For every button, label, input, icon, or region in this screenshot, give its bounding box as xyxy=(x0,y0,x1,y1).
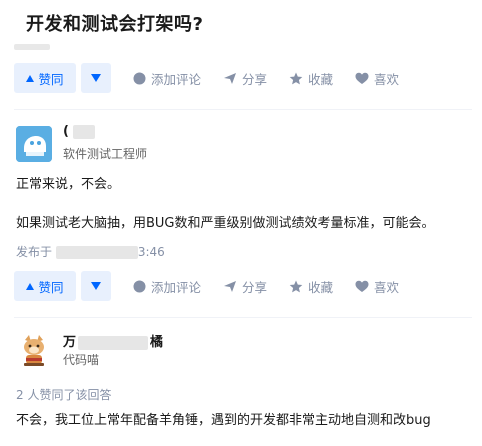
vote-up-label: 赞同 xyxy=(38,71,64,87)
vote-up-button[interactable]: 赞同 xyxy=(14,63,76,93)
answer-paragraph: 正常来说，不会。 xyxy=(16,177,121,192)
avatar[interactable] xyxy=(16,332,52,368)
comment-label: 添加评论 xyxy=(151,71,202,87)
favorite-button[interactable]: 收藏 xyxy=(289,277,333,296)
truncated-meta-line xyxy=(14,44,50,50)
heart-icon xyxy=(355,280,369,292)
heart-icon xyxy=(355,72,369,84)
arrow-down-icon xyxy=(91,282,101,290)
favorite-button[interactable]: 收藏 xyxy=(289,69,333,88)
redacted-name xyxy=(78,335,149,350)
author-name-end: 橘 xyxy=(150,335,164,350)
vote-up-label: 赞同 xyxy=(38,279,64,295)
author-name-start: 万 xyxy=(63,335,77,350)
publish-time-visible: 3:46 xyxy=(137,245,165,259)
favorite-label: 收藏 xyxy=(308,71,334,87)
vote-summary: 2 人赞同了该回答 xyxy=(16,388,112,402)
favorite-label: 收藏 xyxy=(308,279,334,295)
share-label: 分享 xyxy=(242,71,268,87)
avatar[interactable] xyxy=(16,126,52,162)
share-icon xyxy=(224,72,237,84)
like-label: 喜欢 xyxy=(374,71,400,87)
robot-avatar-icon xyxy=(16,126,52,162)
publish-time: 发布于 3:46 xyxy=(16,243,165,260)
share-label: 分享 xyxy=(242,279,268,295)
publish-prefix: 发布于 xyxy=(16,245,53,259)
star-icon xyxy=(289,72,303,84)
share-icon xyxy=(224,280,237,292)
vote-down-button[interactable] xyxy=(81,63,111,93)
comment-button[interactable]: 添加评论 xyxy=(133,69,201,88)
comment-button[interactable]: 添加评论 xyxy=(133,277,201,296)
answer-paragraph: 不会，我工位上常年配备羊角锤，遇到的开发都非常主动地自测和改bug xyxy=(16,413,431,428)
divider xyxy=(14,317,472,318)
vote-down-button[interactable] xyxy=(81,271,111,301)
author-headline: 代码喵 xyxy=(63,353,100,367)
arrow-up-icon xyxy=(26,74,35,82)
redacted-date xyxy=(55,246,138,259)
author-name-text: ( xyxy=(63,124,69,139)
cat-avatar-icon xyxy=(16,332,52,368)
author-name[interactable]: ( xyxy=(63,124,96,139)
action-bar-answer: 赞同 添加评论 分享 收藏 喜欢 xyxy=(14,269,399,303)
answer-paragraph: 如果测试老大脑抽，用BUG数和严重级别做测试绩效考量标准，可能会。 xyxy=(16,216,435,231)
divider xyxy=(14,109,472,110)
share-button[interactable]: 分享 xyxy=(223,277,267,296)
author-headline: 软件测试工程师 xyxy=(63,147,148,161)
question-title: 开发和测试会打架吗? xyxy=(26,14,204,35)
vote-up-button[interactable]: 赞同 xyxy=(14,271,76,301)
comment-label: 添加评论 xyxy=(151,279,202,295)
comment-icon xyxy=(133,280,146,292)
arrow-down-icon xyxy=(91,74,101,82)
like-button[interactable]: 喜欢 xyxy=(355,277,399,296)
like-button[interactable]: 喜欢 xyxy=(355,69,399,88)
author-name[interactable]: 万橘 xyxy=(63,331,163,350)
star-icon xyxy=(289,280,303,292)
comment-icon xyxy=(133,72,146,84)
redacted-name xyxy=(73,124,96,139)
share-button[interactable]: 分享 xyxy=(223,69,267,88)
action-bar-top: 赞同 添加评论 分享 收藏 喜欢 xyxy=(14,61,399,95)
like-label: 喜欢 xyxy=(374,279,400,295)
arrow-up-icon xyxy=(26,282,35,290)
